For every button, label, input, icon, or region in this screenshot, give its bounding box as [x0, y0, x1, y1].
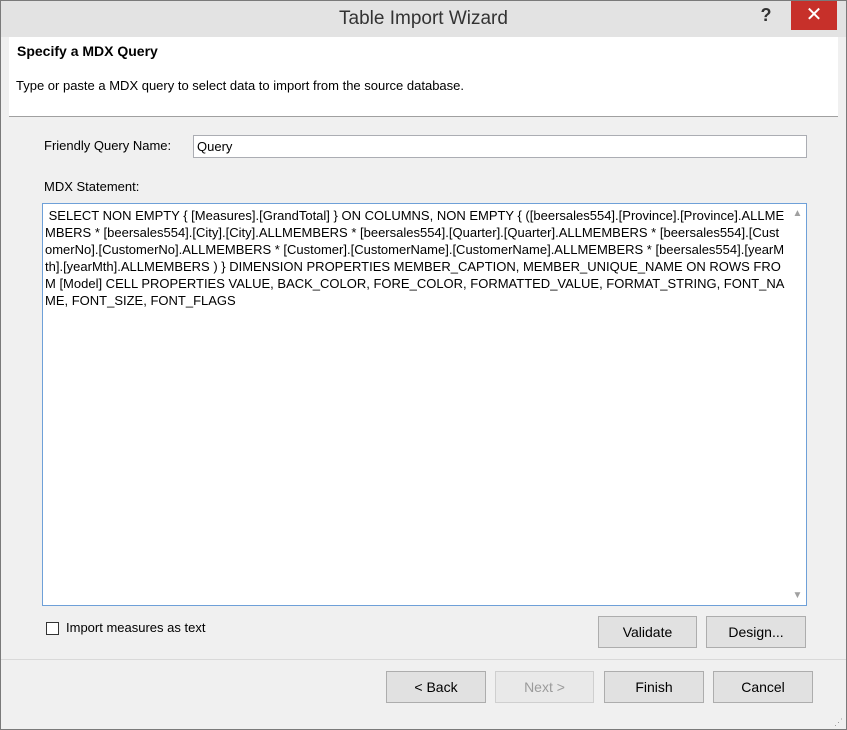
header-panel: Specify a MDX Query Type or paste a MDX … [9, 37, 838, 117]
design-button[interactable]: Design... [706, 616, 806, 648]
finish-button[interactable]: Finish [604, 671, 704, 703]
mdx-statement-label: MDX Statement: [44, 179, 140, 194]
page-title: Specify a MDX Query [17, 43, 158, 59]
window-title: Table Import Wizard [339, 8, 508, 29]
help-icon[interactable]: ? [743, 1, 789, 30]
resize-grip-icon[interactable]: ⋰ [834, 717, 844, 727]
validate-button[interactable]: Validate [598, 616, 697, 648]
footer-divider [1, 659, 846, 660]
next-button[interactable]: Next > [495, 671, 594, 703]
back-button[interactable]: < Back [386, 671, 486, 703]
import-measures-checkbox[interactable] [46, 622, 59, 635]
cancel-button[interactable]: Cancel [713, 671, 813, 703]
page-description: Type or paste a MDX query to select data… [16, 78, 465, 93]
table-import-wizard-window: Table Import Wizard ? ✕ Specify a MDX Qu… [0, 0, 847, 730]
close-icon[interactable]: ✕ [791, 1, 837, 30]
mdx-statement-text: SELECT NON EMPTY { [Measures].[GrandTota… [45, 208, 785, 308]
title-bar[interactable]: Table Import Wizard ? ✕ [1, 1, 846, 37]
wizard-body: Friendly Query Name: Query MDX Statement… [9, 117, 838, 659]
mdx-statement-textarea[interactable]: SELECT NON EMPTY { [Measures].[GrandTota… [42, 203, 807, 606]
vertical-scrollbar[interactable]: ▲ ▼ [789, 204, 806, 605]
scroll-up-icon[interactable]: ▲ [789, 205, 806, 222]
friendly-query-name-input[interactable]: Query [193, 135, 807, 158]
scroll-down-icon[interactable]: ▼ [789, 587, 806, 604]
import-measures-label: Import measures as text [66, 620, 206, 635]
friendly-query-name-label: Friendly Query Name: [44, 138, 172, 153]
